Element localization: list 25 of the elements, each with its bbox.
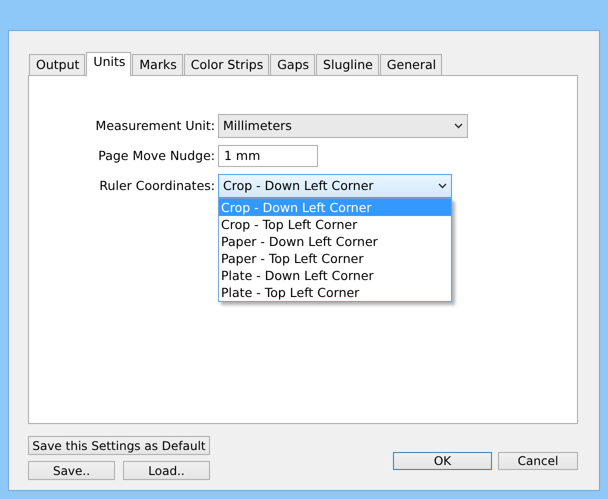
save-button[interactable]: Save.. [28,461,115,480]
tab[interactable]: Output [29,54,86,75]
tab[interactable]: Gaps [270,54,316,75]
field-label: Measurement Unit: [94,116,216,135]
dropdown[interactable]: Millimeters [218,114,468,138]
caret-icon [438,183,447,189]
dropdown-option[interactable]: Plate - Top Left Corner [219,284,451,301]
dropdown-option[interactable]: Paper - Down Left Corner [219,233,451,250]
input-field[interactable]: 1 mm [218,145,318,167]
field-label: Ruler Coordinates: [98,176,216,195]
dropdown[interactable]: Crop - Down Left Corner [218,174,452,198]
cancel-button[interactable]: Cancel [498,452,578,470]
tab[interactable]: Color Strips [184,54,270,75]
caret-icon [454,123,463,129]
load-button[interactable]: Load.. [123,461,210,480]
tab[interactable]: Slugline [316,54,379,75]
dropdown-option[interactable]: Crop - Top Left Corner [219,216,451,233]
tab[interactable]: Units [86,52,132,76]
dropdown-option[interactable]: Plate - Down Left Corner [219,267,451,284]
ok-button[interactable]: OK [393,452,492,470]
dropdown-option[interactable]: Paper - Top Left Corner [219,250,451,267]
tab[interactable]: General [380,54,442,75]
tab[interactable]: Marks [132,54,183,75]
field-label: Page Move Nudge: [97,146,216,165]
save-default-button[interactable]: Save this Settings as Default [28,436,210,455]
